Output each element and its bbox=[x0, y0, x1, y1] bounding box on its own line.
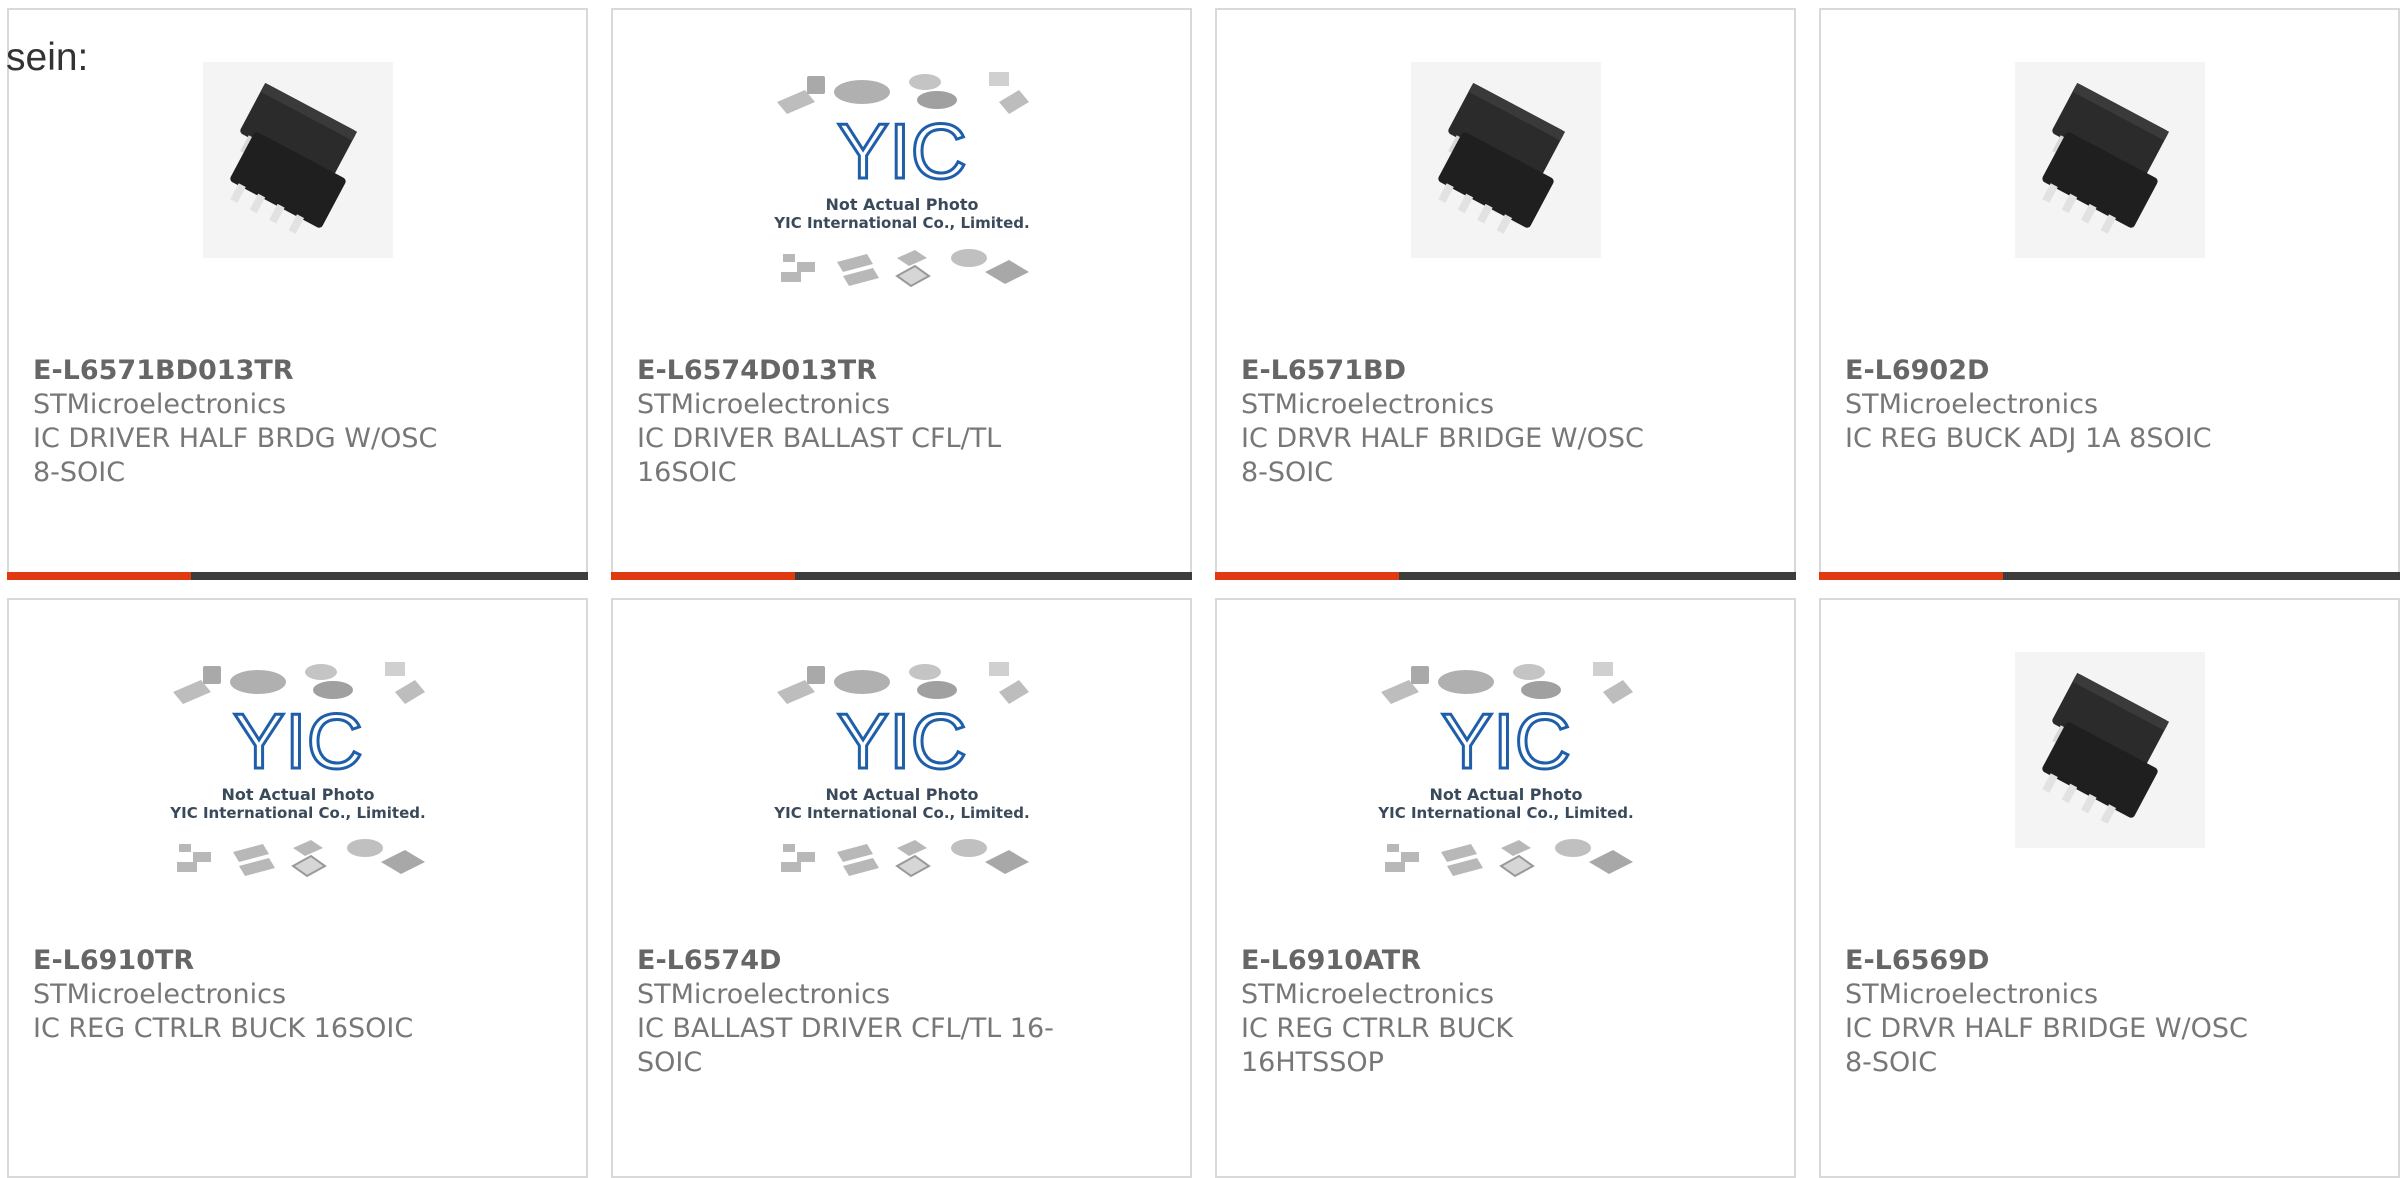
part-number[interactable]: E-L6571BD013TR bbox=[33, 354, 453, 388]
card-bottom-bar bbox=[611, 572, 1192, 580]
description: IC REG CTRLR BUCK 16HTSSOP bbox=[1241, 1013, 1514, 1078]
product-card[interactable]: E-L6569D STMicroelectronics IC DRVR HALF… bbox=[1819, 598, 2400, 1178]
placeholder-photo-image: YIC Not Actual Photo YIC International C… bbox=[169, 662, 425, 878]
card-bottom-bar bbox=[7, 572, 588, 580]
manufacturer: STMicroelectronics bbox=[1845, 979, 2099, 1010]
svg-text:YIC: YIC bbox=[836, 697, 966, 785]
manufacturer: STMicroelectronics bbox=[33, 389, 287, 420]
manufacturer: STMicroelectronics bbox=[637, 389, 891, 420]
product-card[interactable]: E-L6571BD STMicroelectronics IC DRVR HAL… bbox=[1215, 8, 1796, 580]
svg-text:YIC International Co., Limited: YIC International Co., Limited. bbox=[1377, 804, 1633, 822]
yic-logo: YIC bbox=[836, 107, 966, 195]
manufacturer: STMicroelectronics bbox=[33, 979, 287, 1010]
svg-text:Not Actual Photo: Not Actual Photo bbox=[221, 785, 374, 804]
description: IC REG CTRLR BUCK 16SOIC bbox=[33, 1013, 414, 1044]
soic-chip-image bbox=[2014, 652, 2205, 848]
soic-chip-image bbox=[1410, 62, 1601, 258]
description: IC DRVR HALF BRIDGE W/OSC 8-SOIC bbox=[1241, 423, 1644, 488]
svg-text:YIC International Co., Limited: YIC International Co., Limited. bbox=[169, 804, 425, 822]
part-number[interactable]: E-L6910TR bbox=[33, 944, 453, 978]
soic-chip-image bbox=[202, 62, 393, 258]
product-image[interactable]: YIC Not Actual Photo YIC International C… bbox=[613, 652, 1190, 892]
product-image[interactable] bbox=[9, 62, 586, 302]
card-bottom-bar bbox=[1215, 572, 1796, 580]
product-card[interactable]: E-L6902D STMicroelectronics IC REG BUCK … bbox=[1819, 8, 2400, 580]
manufacturer: STMicroelectronics bbox=[1241, 389, 1495, 420]
description: IC BALLAST DRIVER CFL/TL 16-SOIC bbox=[637, 1013, 1054, 1078]
product-card[interactable]: YIC Not Actual Photo YIC International C… bbox=[7, 598, 588, 1178]
svg-text:Not Actual Photo: Not Actual Photo bbox=[825, 195, 978, 214]
card-accent bbox=[611, 572, 795, 580]
description: IC DRIVER BALLAST CFL/TL 16SOIC bbox=[637, 423, 1002, 488]
product-image[interactable]: YIC Not Actual Photo YIC International C… bbox=[1217, 652, 1794, 892]
product-image[interactable]: YIC Not Actual Photo YIC International C… bbox=[9, 652, 586, 892]
card-accent bbox=[7, 572, 191, 580]
product-image[interactable] bbox=[1821, 62, 2398, 302]
manufacturer: STMicroelectronics bbox=[1845, 389, 2099, 420]
part-number[interactable]: E-L6569D bbox=[1845, 944, 2265, 978]
placeholder-photo-image: YIC Not Actual Photo YIC International C… bbox=[773, 662, 1029, 878]
product-card[interactable]: YIC Not Actual Photo YIC International C… bbox=[611, 8, 1192, 580]
soic-chip-image bbox=[2014, 62, 2205, 258]
description: IC DRIVER HALF BRDG W/OSC 8-SOIC bbox=[33, 423, 438, 488]
placeholder-photo-image: YIC Not Actual Photo YIC International C… bbox=[1377, 662, 1633, 878]
card-accent bbox=[1215, 572, 1399, 580]
part-number[interactable]: E-L6574D bbox=[637, 944, 1057, 978]
part-number[interactable]: E-L6574D013TR bbox=[637, 354, 1057, 388]
part-number[interactable]: E-L6902D bbox=[1845, 354, 2265, 388]
description: IC DRVR HALF BRIDGE W/OSC 8-SOIC bbox=[1845, 1013, 2248, 1078]
product-card[interactable]: YIC Not Actual Photo YIC International C… bbox=[611, 598, 1192, 1178]
manufacturer: STMicroelectronics bbox=[637, 979, 891, 1010]
svg-text:YIC: YIC bbox=[232, 697, 362, 785]
card-bottom-bar bbox=[1819, 572, 2400, 580]
svg-text:YIC: YIC bbox=[1440, 697, 1570, 785]
product-image[interactable] bbox=[1821, 652, 2398, 892]
svg-text:YIC International Co., Limited: YIC International Co., Limited. bbox=[773, 804, 1029, 822]
svg-text:Not Actual Photo: Not Actual Photo bbox=[1429, 785, 1582, 804]
product-image[interactable]: YIC Not Actual Photo YIC International C… bbox=[613, 62, 1190, 302]
card-accent bbox=[1819, 572, 2003, 580]
description: IC REG BUCK ADJ 1A 8SOIC bbox=[1845, 423, 2212, 454]
intro-text: sein: bbox=[6, 36, 89, 79]
svg-text:Not Actual Photo: Not Actual Photo bbox=[825, 785, 978, 804]
svg-text:YIC International Co., Limited: YIC International Co., Limited. bbox=[773, 214, 1029, 232]
product-card[interactable]: YIC Not Actual Photo YIC International C… bbox=[1215, 598, 1796, 1178]
part-number[interactable]: E-L6910ATR bbox=[1241, 944, 1661, 978]
placeholder-photo-image: YIC Not Actual Photo YIC International C… bbox=[773, 72, 1029, 288]
product-image[interactable] bbox=[1217, 62, 1794, 302]
part-number[interactable]: E-L6571BD bbox=[1241, 354, 1661, 388]
manufacturer: STMicroelectronics bbox=[1241, 979, 1495, 1010]
product-card[interactable]: E-L6571BD013TR STMicroelectronics IC DRI… bbox=[7, 8, 588, 580]
